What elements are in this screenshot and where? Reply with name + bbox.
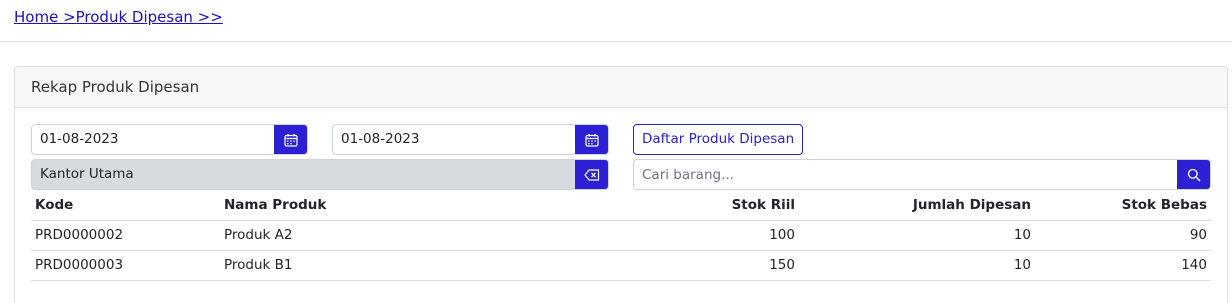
branch-value: Kantor Utama xyxy=(40,166,134,182)
search-field xyxy=(633,159,1211,190)
search-input[interactable] xyxy=(634,160,1177,189)
cell-nama-produk: Produk B1 xyxy=(220,250,610,281)
clear-branch-button[interactable] xyxy=(575,160,608,189)
produk-dipesan-table: Kode Nama Produk Stok Riil Jumlah Dipesa… xyxy=(31,191,1211,281)
cell-stok-bebas: 140 xyxy=(1035,250,1211,281)
branch-field: Kantor Utama xyxy=(31,159,609,190)
table-header-row: Kode Nama Produk Stok Riil Jumlah Dipesa… xyxy=(31,191,1211,221)
table-row: PRD0000002 Produk A2 100 10 90 xyxy=(31,220,1211,251)
end-date-calendar-button[interactable] xyxy=(575,125,608,154)
end-date-input[interactable]: 01-08-2023 xyxy=(333,125,575,154)
cell-kode: PRD0000003 xyxy=(31,250,220,281)
table-row: PRD0000003 Produk B1 150 10 140 xyxy=(31,250,1211,281)
breadcrumb: Home >Produk Dipesan >> xyxy=(14,8,223,26)
cell-kode: PRD0000002 xyxy=(31,220,220,251)
column-header-jumlah-dipesan: Jumlah Dipesan xyxy=(799,191,1035,221)
calendar-icon xyxy=(584,133,599,147)
column-header-nama-produk: Nama Produk xyxy=(220,191,610,221)
cell-nama-produk: Produk A2 xyxy=(220,220,610,251)
column-header-stok-riil: Stok Riil xyxy=(610,191,799,221)
daftar-produk-dipesan-button[interactable]: Daftar Produk Dipesan xyxy=(633,124,804,155)
start-date-input[interactable]: 01-08-2023 xyxy=(32,125,274,154)
backspace-icon xyxy=(583,168,599,181)
start-date-calendar-button[interactable] xyxy=(274,125,307,154)
end-date-picker: 01-08-2023 xyxy=(332,124,609,155)
cell-stok-riil: 100 xyxy=(610,220,799,251)
column-header-stok-bebas: Stok Bebas xyxy=(1035,191,1211,221)
calendar-icon xyxy=(283,133,298,147)
search-button[interactable] xyxy=(1177,160,1210,189)
start-date-picker: 01-08-2023 xyxy=(31,124,308,155)
breadcrumb-home-link[interactable]: Home > xyxy=(14,8,76,26)
cell-stok-riil: 150 xyxy=(610,250,799,281)
cell-jumlah-dipesan: 10 xyxy=(799,220,1035,251)
cell-stok-bebas: 90 xyxy=(1035,220,1211,251)
breadcrumb-current-link[interactable]: Produk Dipesan >> xyxy=(76,8,223,26)
card-title: Rekap Produk Dipesan xyxy=(15,67,1227,108)
column-header-kode: Kode xyxy=(31,191,220,221)
header-divider xyxy=(0,41,1232,42)
cell-jumlah-dipesan: 10 xyxy=(799,250,1035,281)
search-icon xyxy=(1187,168,1201,182)
